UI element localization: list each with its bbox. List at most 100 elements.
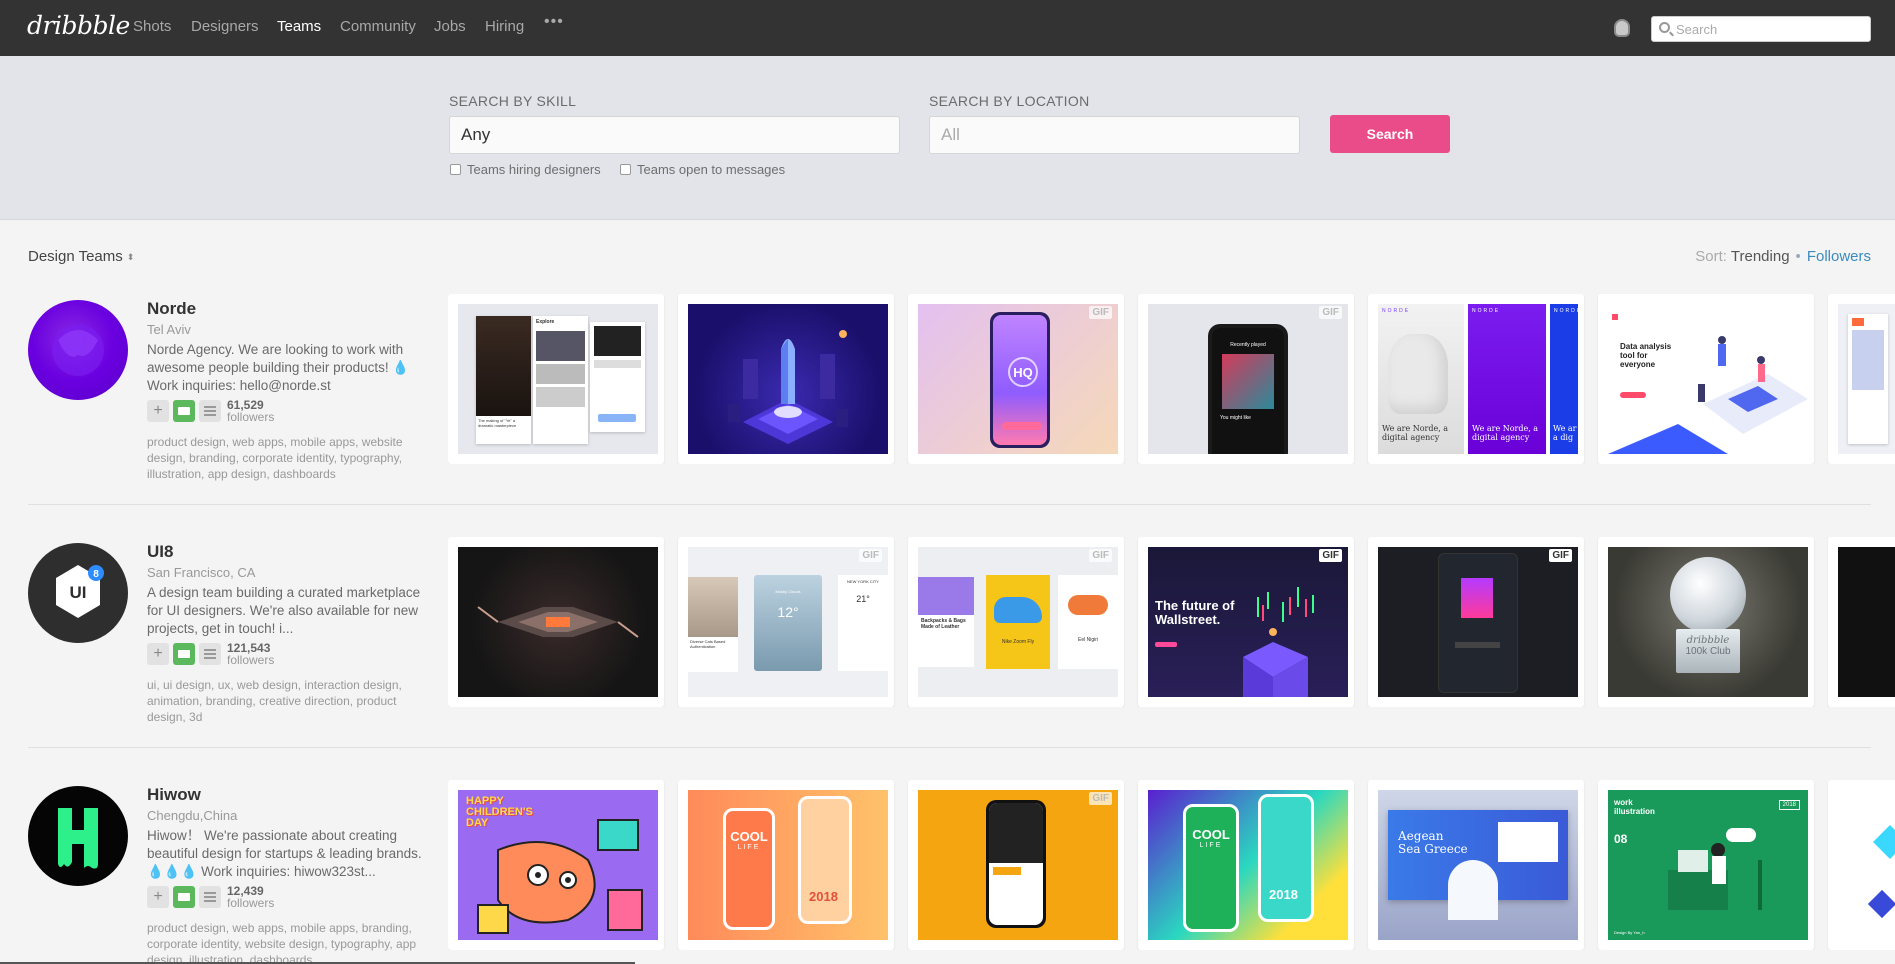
team-location: Tel Aviv — [147, 322, 191, 337]
follower-label: followers — [227, 410, 275, 424]
add-to-list-button[interactable] — [199, 643, 221, 665]
shot-thumbnail[interactable]: dribbble 100k Club — [1598, 537, 1814, 707]
spaceship-illustration — [477, 606, 639, 638]
shot-logo: HQ — [1008, 357, 1038, 387]
shot-caption: We are Norde, a digital agency — [1382, 424, 1449, 442]
add-to-list-button[interactable] — [199, 886, 221, 908]
nav-teams[interactable]: Teams — [277, 18, 321, 35]
chart-illustration — [1243, 587, 1314, 697]
follower-label: followers — [227, 653, 275, 667]
location-label: SEARCH BY LOCATION — [929, 93, 1090, 109]
shot-thumbnail[interactable]: Data analysis tool for everyone — [1598, 294, 1814, 464]
list-heading[interactable]: Design Teams ⬍ — [28, 248, 134, 265]
shot-thumbnail[interactable]: Aegean Sea Greece — [1368, 780, 1584, 950]
hiwow-logo-icon — [58, 808, 98, 869]
doodle-illustration — [477, 819, 643, 934]
shot-thumbnail[interactable]: COOL LIFE 2018 — [1138, 780, 1354, 950]
shot-image: COOL LIFE 2018 — [688, 790, 888, 940]
sort-trending[interactable]: Trending — [1731, 248, 1790, 265]
shot-thumbnail[interactable] — [1828, 537, 1895, 707]
shot-image: Aegean Sea Greece — [1378, 790, 1578, 940]
shot-image — [458, 547, 658, 697]
search-button[interactable]: Search — [1330, 115, 1450, 153]
message-button[interactable] — [173, 886, 195, 908]
team-skills: product design, web apps, mobile apps, w… — [147, 435, 403, 481]
shot-thumbnail[interactable] — [1828, 780, 1895, 950]
row-divider — [28, 747, 1871, 748]
shot-thumbnail[interactable]: The making of "Ye" a dramatic masterpiec… — [448, 294, 664, 464]
nav-designers[interactable]: Designers — [191, 18, 259, 35]
team-name[interactable]: Norde — [147, 299, 196, 319]
svg-text:8: 8 — [93, 569, 99, 580]
avatar[interactable] — [28, 786, 128, 886]
nav-community[interactable]: Community — [340, 18, 416, 35]
shot-caption: 100k Club — [1685, 646, 1731, 657]
hiring-checkbox[interactable]: Teams hiring designers — [450, 162, 601, 177]
team-skills: product design, web apps, mobile apps, b… — [147, 921, 417, 964]
shot-caption: Diverse Cats Based Authentication — [690, 639, 726, 649]
team-name[interactable]: Hiwow — [147, 785, 201, 805]
message-button[interactable] — [173, 400, 195, 422]
shot-image: Data analysis tool for everyone — [1608, 304, 1808, 454]
team-bio: A design team building a curated marketp… — [147, 585, 421, 636]
shot-caption: dribbble — [1686, 635, 1730, 646]
follow-button[interactable]: + — [147, 400, 169, 422]
shot-temp: 12° — [777, 604, 799, 620]
skill-label: SEARCH BY SKILL — [449, 93, 577, 109]
shot-caption: We are Norde, a digital agency — [1472, 424, 1539, 442]
lightbulb-icon[interactable] — [1614, 19, 1630, 37]
sort-separator: • — [1795, 248, 1801, 265]
shot-thumbnail[interactable]: work illustration 2018 08 Design By Yan_… — [1598, 780, 1814, 950]
gif-badge: GIF — [1089, 792, 1112, 805]
checkbox-box[interactable] — [620, 164, 631, 175]
nav-hiring[interactable]: Hiring — [485, 18, 524, 35]
top-nav: dribbble Shots Designers Teams Community… — [0, 0, 1895, 56]
shot-thumbnail[interactable]: HQ GIF — [908, 294, 1124, 464]
shot-caption: Explore — [536, 319, 555, 325]
dribbble-logo[interactable]: dribbble — [27, 11, 130, 40]
skill-input[interactable] — [449, 116, 900, 154]
team-actions: + 61,529 followers — [147, 399, 274, 423]
isometric-illustration — [1608, 336, 1808, 454]
shot-thumbnail[interactable]: HAPPY CHILDREN'S DAY — [448, 780, 664, 950]
shot-temp: 21° — [856, 594, 870, 604]
shot-thumbnail[interactable] — [678, 294, 894, 464]
location-input[interactable] — [929, 116, 1300, 154]
messages-checkbox[interactable]: Teams open to messages — [620, 162, 785, 177]
shot-image — [1838, 304, 1895, 454]
more-menu-icon[interactable]: ••• — [544, 13, 564, 31]
shot-thumbnail[interactable] — [1828, 294, 1895, 464]
sort-followers[interactable]: Followers — [1807, 248, 1871, 265]
shot-image: Recently played You might like — [1148, 304, 1348, 454]
shot-thumbnail[interactable]: Diverse Cats Based Authentication Mostly… — [678, 537, 894, 707]
shot-thumbnail[interactable] — [448, 537, 664, 707]
team-row: Norde Tel Aviv Norde Agency. We are look… — [0, 282, 1895, 525]
header-search[interactable] — [1651, 16, 1871, 42]
shot-thumbnail[interactable]: The future of Wallstreet. GIF — [1138, 537, 1354, 707]
follow-button[interactable]: + — [147, 643, 169, 665]
avatar[interactable] — [28, 300, 128, 400]
shot-thumbnail[interactable]: NORDE We are Norde, a digital agency NOR… — [1368, 294, 1584, 464]
add-to-list-button[interactable] — [199, 400, 221, 422]
team-actions: + 121,543 followers — [147, 642, 274, 666]
nav-jobs[interactable]: Jobs — [434, 18, 466, 35]
shot-brand: NORDE — [1382, 308, 1411, 314]
shot-image — [918, 790, 1118, 940]
shot-thumbnail[interactable]: COOL LIFE 2018 — [678, 780, 894, 950]
avatar[interactable]: UI 8 — [28, 543, 128, 643]
shot-image: Diverse Cats Based Authentication Mostly… — [688, 547, 888, 697]
header-search-input[interactable] — [1676, 20, 1866, 38]
shot-thumbnail[interactable]: GIF — [1368, 537, 1584, 707]
nav-shots[interactable]: Shots — [133, 18, 171, 35]
team-bio: Hiwow！ We're passionate about creating b… — [147, 828, 422, 879]
shot-caption: COOL — [1192, 827, 1230, 842]
shot-thumbnail[interactable]: Backpacks & Bags Made of Leather Nike Zo… — [908, 537, 1124, 707]
follow-button[interactable]: + — [147, 886, 169, 908]
checkbox-box[interactable] — [450, 164, 461, 175]
shot-thumbnail[interactable]: GIF — [908, 780, 1124, 950]
shot-thumbnail[interactable]: Recently played You might like GIF — [1138, 294, 1354, 464]
rocket-illustration — [728, 330, 848, 444]
svg-text:UI: UI — [70, 583, 87, 602]
team-name[interactable]: UI8 — [147, 542, 173, 562]
message-button[interactable] — [173, 643, 195, 665]
